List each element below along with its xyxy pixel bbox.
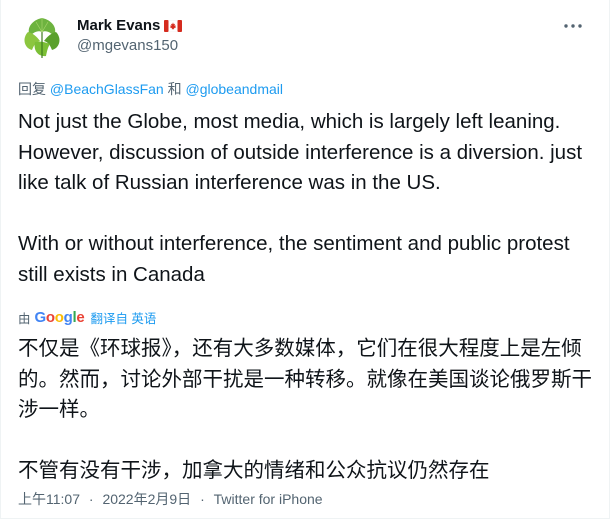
translated-by-label: 由	[18, 311, 31, 326]
mention-globeandmail[interactable]: @globeandmail	[186, 81, 284, 97]
mention-beachglassfan[interactable]: @BeachGlassFan	[50, 81, 164, 97]
meta-separator: ·	[88, 491, 94, 507]
tweet-text-original: Not just the Globe, most media, which is…	[18, 107, 593, 290]
avatar[interactable]	[18, 12, 66, 60]
reply-prefix: 回复	[18, 81, 46, 97]
translation-attribution: 由 Google 翻译自 英语	[18, 307, 156, 327]
tweet-timestamp[interactable]: 上午11:07	[18, 491, 80, 507]
google-logo: Google	[34, 308, 85, 326]
tweet-paragraph-zh-1: 不仅是《环球报》，还有大多数媒体，它们在很大程度上是左倾的。然而，讨论外部干扰是…	[18, 336, 592, 421]
tweet-card: Mark Evans @mgevans150 回复 @BeachGlassFan…	[0, 0, 610, 519]
tweet-source[interactable]: Twitter for iPhone	[214, 491, 323, 507]
tweet-paragraph-zh-2: 不管有没有干涉，加拿大的情绪和公众抗议仍然存在	[18, 458, 490, 482]
translated-from-link[interactable]: 翻译自 英语	[90, 308, 156, 327]
tweet-paragraph-en-2: With or without interference, the sentim…	[18, 232, 570, 286]
more-options-icon[interactable]	[563, 16, 583, 36]
reply-conjunction: 和	[167, 81, 182, 97]
replying-to-line: 回复 @BeachGlassFan 和 @globeandmail	[18, 79, 283, 99]
tweet-date[interactable]: 2022年2月9日	[102, 491, 191, 507]
tweet-metadata: 上午11:07 · 2022年2月9日 · Twitter for iPhone	[18, 489, 323, 509]
user-handle[interactable]: @mgevans150	[77, 37, 182, 54]
canada-flag-icon	[164, 19, 183, 33]
ginkgo-leaf-avatar-icon	[18, 12, 66, 60]
tweet-text-translated: 不仅是《环球报》，还有大多数媒体，它们在很大程度上是左倾的。然而，讨论外部干扰是…	[18, 333, 593, 486]
tweet-paragraph-en-1: Not just the Globe, most media, which is…	[18, 110, 583, 194]
meta-separator: ·	[200, 491, 205, 507]
author-block: Mark Evans @mgevans150	[77, 15, 183, 54]
display-name[interactable]: Mark Evans	[77, 17, 160, 34]
name-row: Mark Evans	[77, 15, 183, 35]
